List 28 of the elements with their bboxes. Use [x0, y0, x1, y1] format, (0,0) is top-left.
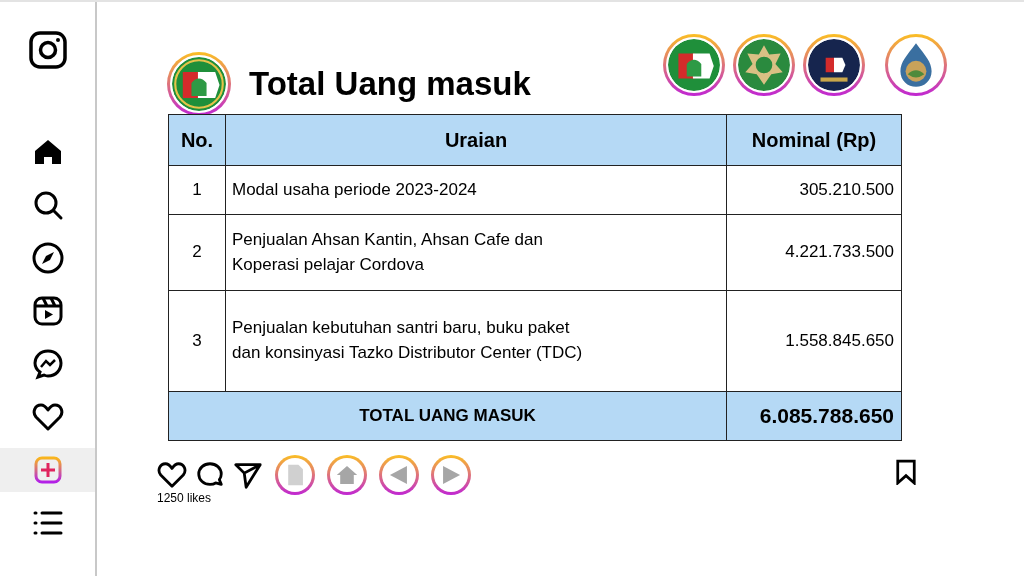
next-button[interactable]	[431, 455, 471, 495]
total-label: TOTAL UANG MASUK	[168, 391, 727, 441]
total-value: 6.085.788.650	[726, 391, 902, 441]
previous-button[interactable]	[379, 455, 419, 495]
home-button[interactable]	[327, 455, 367, 495]
table-cell: Modal usaha periode 2023-2024	[225, 165, 727, 215]
table-cell: 2	[168, 214, 226, 291]
heart-icon	[31, 401, 64, 433]
bookmark-icon[interactable]	[895, 459, 917, 485]
reels-icon	[31, 295, 64, 327]
table-cell: Penjualan Ahsan Kantin, Ahsan Cafe dan Koperasi pelajar Cordova	[225, 214, 727, 291]
column-header: Nominal (Rp)	[726, 114, 902, 166]
instagram-logo-icon[interactable]	[27, 30, 68, 70]
table-cell: 4.221.733.500	[726, 214, 902, 291]
table-cell: 3	[168, 290, 226, 392]
document-button[interactable]	[275, 455, 315, 495]
table-cell: 305.210.500	[726, 165, 902, 215]
column-header: No.	[168, 114, 226, 166]
heart-icon[interactable]	[157, 460, 187, 490]
table-cell: 1.558.845.650	[726, 290, 902, 392]
table-cell: 1	[168, 165, 226, 215]
column-header: Uraian	[225, 114, 727, 166]
send-icon[interactable]	[233, 460, 263, 490]
messenger-icon	[31, 348, 64, 380]
table-cell: Penjualan kebutuhan santri baru, buku paket dan konsinyasi Tazko Distributor Center (TDC)	[225, 290, 727, 392]
compass-icon	[31, 242, 64, 274]
post-title: Total Uang masuk	[249, 65, 531, 103]
likes-count: 1250 likes	[157, 491, 213, 505]
